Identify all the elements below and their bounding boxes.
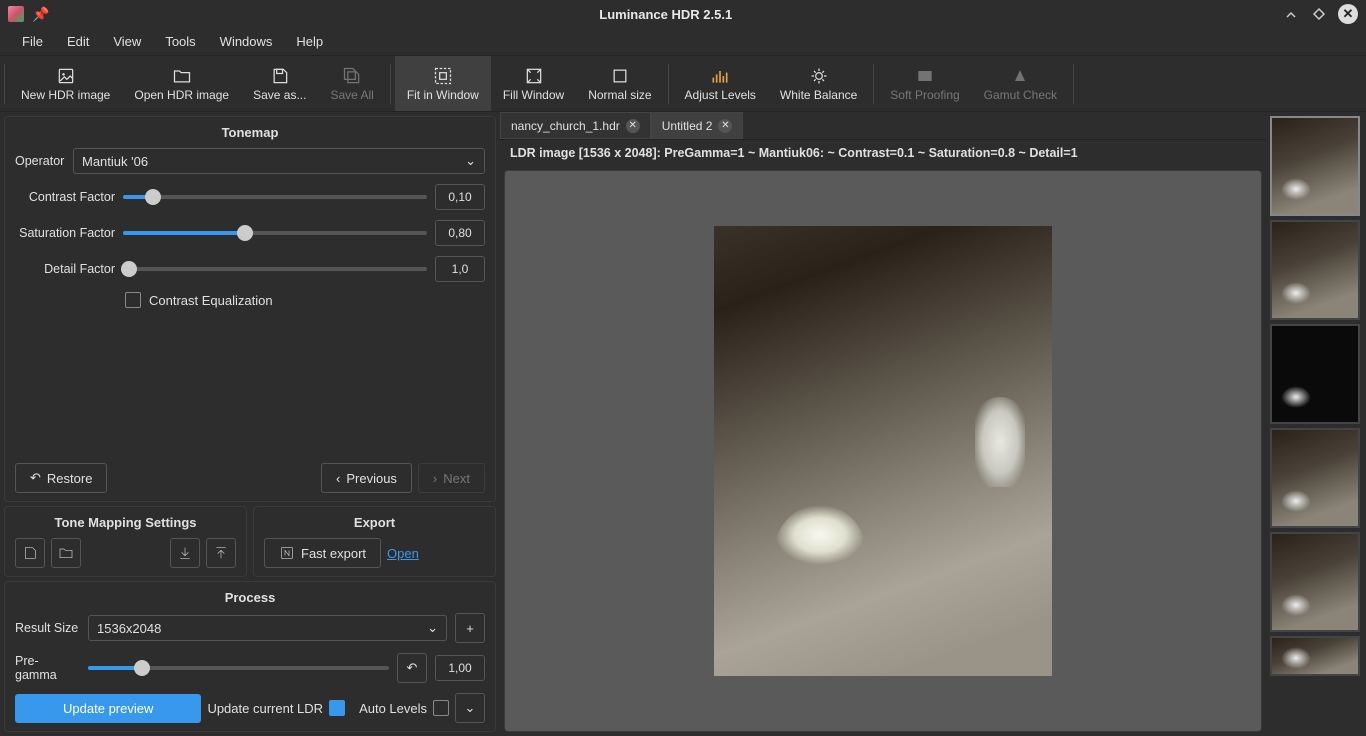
thumbnail[interactable]	[1270, 324, 1360, 424]
tabs: nancy_church_1.hdr✕ Untitled 2✕	[500, 112, 1266, 140]
gamut-check-button: Gamut Check	[972, 56, 1069, 111]
tab-untitled[interactable]: Untitled 2✕	[651, 112, 744, 139]
detail-factor-value[interactable]: 1,0	[435, 256, 485, 282]
export-open-link[interactable]: Open	[387, 546, 419, 561]
thumbnail[interactable]	[1270, 220, 1360, 320]
process-menu-button[interactable]: ⌄	[455, 693, 485, 723]
close-button[interactable]: ✕	[1338, 4, 1358, 24]
thumbnail-strip[interactable]	[1266, 112, 1366, 736]
export-settings-button[interactable]	[206, 538, 236, 568]
normal-size-button[interactable]: Normal size	[576, 56, 663, 111]
export-panel: Export Fast export Open	[253, 506, 496, 577]
process-title: Process	[15, 590, 485, 605]
save-all-button: Save All	[318, 56, 385, 111]
soft-proofing-button: Soft Proofing	[878, 56, 971, 111]
app-icon	[8, 6, 24, 22]
pregamma-slider[interactable]	[88, 658, 389, 678]
fill-window-button[interactable]: Fill Window	[491, 56, 576, 111]
thumbnail[interactable]	[1270, 636, 1360, 676]
menu-edit[interactable]: Edit	[55, 30, 101, 53]
contrast-eq-checkbox[interactable]	[125, 292, 141, 308]
undo-icon: ↶	[30, 470, 41, 486]
add-size-button[interactable]: +	[455, 613, 485, 643]
menu-view[interactable]: View	[101, 30, 153, 53]
save-as-button[interactable]: Save as...	[241, 56, 318, 111]
next-button: ›Next	[418, 463, 485, 493]
operator-label: Operator	[15, 154, 65, 168]
menubar: File Edit View Tools Windows Help	[0, 28, 1366, 56]
image-info: LDR image [1536 x 2048]: PreGamma=1 ~ Ma…	[500, 140, 1266, 166]
tms-title: Tone Mapping Settings	[15, 515, 236, 530]
menu-help[interactable]: Help	[284, 30, 335, 53]
maximize-button[interactable]	[1310, 5, 1328, 23]
chevron-right-icon: ›	[433, 471, 437, 486]
update-ldr-checkbox[interactable]	[329, 700, 345, 716]
open-settings-button[interactable]	[51, 538, 81, 568]
tonemap-panel: Tonemap Operator Mantiuk '06 Contrast Fa…	[4, 116, 496, 502]
auto-levels-label: Auto Levels	[359, 701, 427, 716]
toolbar: New HDR image Open HDR image Save as... …	[0, 56, 1366, 112]
fit-window-button[interactable]: Fit in Window	[395, 56, 491, 111]
window-title: Luminance HDR 2.5.1	[49, 7, 1282, 22]
main-area: nancy_church_1.hdr✕ Untitled 2✕ LDR imag…	[500, 112, 1266, 736]
adjust-levels-button[interactable]: Adjust Levels	[673, 56, 768, 111]
contrast-factor-value[interactable]: 0,10	[435, 184, 485, 210]
menu-tools[interactable]: Tools	[153, 30, 207, 53]
previous-button[interactable]: ‹Previous	[321, 463, 412, 493]
export-title: Export	[264, 515, 485, 530]
saturation-factor-slider[interactable]	[123, 223, 427, 243]
left-panel: Tonemap Operator Mantiuk '06 Contrast Fa…	[0, 112, 500, 736]
tonemap-title: Tonemap	[15, 125, 485, 140]
thumbnail[interactable]	[1270, 532, 1360, 632]
auto-levels-checkbox[interactable]	[433, 700, 449, 716]
update-preview-button[interactable]: Update preview	[15, 694, 201, 723]
restore-button[interactable]: ↶Restore	[15, 463, 107, 493]
tab-nancy-church[interactable]: nancy_church_1.hdr✕	[500, 112, 651, 139]
menu-file[interactable]: File	[10, 30, 55, 53]
pin-icon[interactable]: 📌	[32, 6, 49, 23]
pregamma-reset-button[interactable]: ↶	[397, 653, 427, 683]
process-panel: Process Result Size 1536x2048 + Pre-gamm…	[4, 581, 496, 732]
contrast-factor-slider[interactable]	[123, 187, 427, 207]
close-icon[interactable]: ✕	[718, 119, 732, 133]
save-settings-button[interactable]	[15, 538, 45, 568]
pregamma-label: Pre-gamma	[15, 654, 80, 682]
tone-mapping-settings-panel: Tone Mapping Settings	[4, 506, 247, 577]
chevron-left-icon: ‹	[336, 471, 340, 486]
operator-select[interactable]: Mantiuk '06	[73, 148, 485, 174]
white-balance-button[interactable]: White Balance	[768, 56, 869, 111]
open-hdr-button[interactable]: Open HDR image	[122, 56, 241, 111]
new-hdr-button[interactable]: New HDR image	[9, 56, 122, 111]
result-size-select[interactable]: 1536x2048	[88, 615, 447, 641]
update-ldr-label: Update current LDR	[207, 701, 323, 716]
fast-export-button[interactable]: Fast export	[264, 538, 381, 568]
detail-factor-label: Detail Factor	[15, 262, 115, 276]
minimize-button[interactable]	[1282, 5, 1300, 23]
titlebar: 📌 Luminance HDR 2.5.1 ✕	[0, 0, 1366, 28]
close-icon[interactable]: ✕	[626, 119, 640, 133]
contrast-factor-label: Contrast Factor	[15, 190, 115, 204]
thumbnail[interactable]	[1270, 116, 1360, 216]
contrast-eq-label: Contrast Equalization	[149, 293, 273, 308]
saturation-factor-label: Saturation Factor	[15, 226, 115, 240]
pregamma-value[interactable]: 1,00	[435, 655, 485, 681]
import-settings-button[interactable]	[170, 538, 200, 568]
menu-windows[interactable]: Windows	[208, 30, 285, 53]
detail-factor-slider[interactable]	[123, 259, 427, 279]
saturation-factor-value[interactable]: 0,80	[435, 220, 485, 246]
result-size-label: Result Size	[15, 621, 80, 635]
image-canvas[interactable]	[504, 170, 1262, 732]
thumbnail[interactable]	[1270, 428, 1360, 528]
preview-image	[714, 226, 1052, 676]
